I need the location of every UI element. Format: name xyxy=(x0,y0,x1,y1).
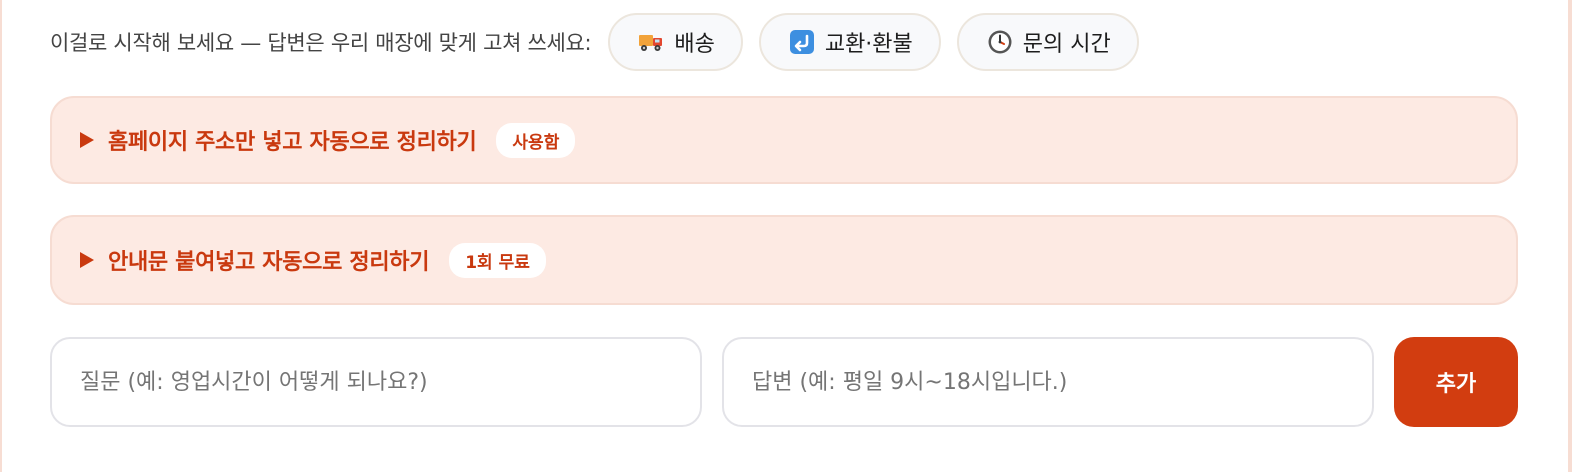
add-button[interactable]: 추가 xyxy=(1394,337,1518,427)
chip-inquiry-hours[interactable]: 문의 시간 xyxy=(956,13,1139,71)
chip-delivery[interactable]: 배송 xyxy=(608,13,743,71)
status-badge: 1회 무료 xyxy=(449,242,546,278)
status-badge: 사용함 xyxy=(496,122,576,158)
panel-auto-organize-from-homepage[interactable]: 홈페이지 주소만 넣고 자동으로 정리하기 사용함 xyxy=(50,96,1518,184)
expand-triangle-icon xyxy=(80,132,94,148)
chip-exchange-refund-label: 교환·환불 xyxy=(824,32,913,57)
frame-right-border xyxy=(1568,0,1572,472)
expand-triangle-icon xyxy=(80,252,94,268)
clock-icon xyxy=(987,29,1013,55)
panel-title: 홈페이지 주소만 넣고 자동으로 정리하기 xyxy=(108,130,477,155)
return-arrow-icon xyxy=(789,29,815,55)
frame-left-border xyxy=(0,0,2,472)
chip-exchange-refund[interactable]: 교환·환불 xyxy=(758,13,941,71)
panel-auto-organize-from-notice[interactable]: 안내문 붙여넣고 자동으로 정리하기 1회 무료 xyxy=(50,215,1518,305)
starter-hint: 이걸로 시작해 보세요 — 답변은 우리 매장에 맞게 고쳐 쓰세요: xyxy=(50,31,592,55)
question-input[interactable] xyxy=(50,337,702,427)
delivery-truck-icon xyxy=(638,29,664,55)
starter-row: 이걸로 시작해 보세요 — 답변은 우리 매장에 맞게 고쳐 쓰세요: 배송 교… xyxy=(50,12,1155,72)
chip-delivery-label: 배송 xyxy=(674,32,715,57)
chip-inquiry-hours-label: 문의 시간 xyxy=(1022,32,1111,57)
answer-input[interactable] xyxy=(722,337,1374,427)
panel-title: 안내문 붙여넣고 자동으로 정리하기 xyxy=(108,250,430,275)
